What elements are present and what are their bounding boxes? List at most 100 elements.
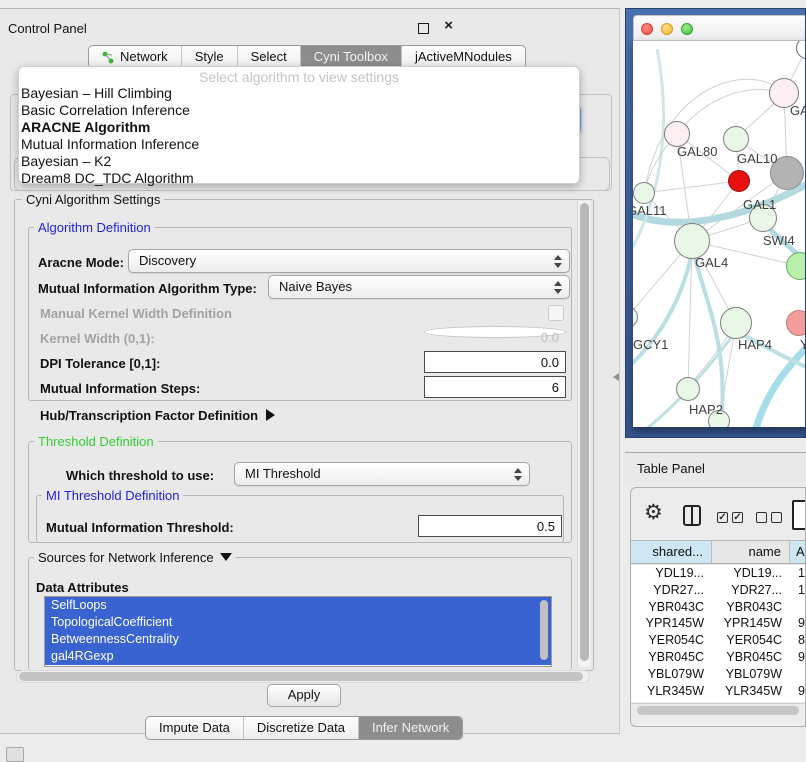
tab-style-label: Style <box>195 46 224 68</box>
table-row[interactable]: YBL079W YBL079W <box>631 666 806 683</box>
threshold-definition-title: Threshold Definition <box>34 434 158 449</box>
deselect-all-checkbox-icon[interactable] <box>771 512 782 523</box>
kernel-width-input[interactable]: 0.0 <box>424 326 566 338</box>
select-all-checkbox-icon[interactable]: ✓ <box>717 512 728 523</box>
node-label: GAL7 <box>790 103 806 118</box>
node-gal10[interactable] <box>723 126 749 152</box>
zoom-traffic-light-icon[interactable] <box>681 23 693 35</box>
attribute-item[interactable]: gal4RGexp <box>45 648 551 665</box>
attribute-item[interactable]: TopologicalCoefficient <box>45 614 551 631</box>
cell: YDL19... <box>712 565 790 582</box>
mi-threshold-input[interactable]: 0.5 <box>418 515 562 537</box>
cell <box>790 599 806 616</box>
tab-impute-data[interactable]: Impute Data <box>146 717 243 739</box>
table-row[interactable]: YER054C YER054C 8. <box>631 632 806 649</box>
node-hap2[interactable] <box>676 377 700 401</box>
select-all-checkbox-icon[interactable]: ✓ <box>732 512 743 523</box>
tab-jactivemnodules[interactable]: jActiveMNodules <box>401 46 525 68</box>
tab-cyni-toolbox-label: Cyni Toolbox <box>314 46 388 68</box>
table-row[interactable]: YBR043C YBR043C <box>631 599 806 616</box>
float-window-icon[interactable] <box>418 23 429 34</box>
splitter-arrow-icon[interactable] <box>613 373 619 381</box>
table-row[interactable]: YIL052C YIL052C 9. <box>631 699 806 702</box>
node-hap4[interactable] <box>720 307 752 339</box>
manual-kernel-checkbox[interactable] <box>548 305 564 321</box>
table-row[interactable]: YPR145W YPR145W 9. <box>631 615 806 632</box>
node-label: Y <box>800 337 806 352</box>
node-salmon[interactable] <box>786 310 806 336</box>
scrollbar-thumb[interactable] <box>580 203 589 661</box>
table-column-headers: shared... name A <box>631 540 806 564</box>
which-threshold-select[interactable]: MI Threshold <box>234 462 530 486</box>
node-swi4[interactable] <box>786 252 806 280</box>
mi-type-select[interactable]: Naive Bayes <box>268 275 570 299</box>
which-threshold-label: Which threshold to use: <box>66 468 214 483</box>
cell: YBL079W <box>631 666 712 683</box>
vertical-scrollbar[interactable] <box>577 201 590 667</box>
dropdown-item-selected[interactable]: ARACNE Algorithm <box>19 119 579 136</box>
data-attributes-list[interactable]: SelfLoops TopologicalCoefficient Between… <box>44 596 552 667</box>
attribute-item[interactable]: SelfLoops <box>45 597 551 614</box>
deselect-all-checkbox-icon[interactable] <box>756 512 767 523</box>
dropdown-item[interactable]: Basic Correlation Inference <box>19 102 579 119</box>
tab-discretize-data[interactable]: Discretize Data <box>243 717 358 739</box>
cell: YBR045C <box>712 649 790 666</box>
table-horizontal-scrollbar[interactable] <box>631 703 806 717</box>
dropdown-item[interactable]: Bayesian – Hill Climbing <box>19 85 579 102</box>
document-icon[interactable] <box>792 500 806 530</box>
column-header-shared[interactable]: shared... <box>631 541 712 563</box>
scrollbar-thumb[interactable] <box>637 706 799 715</box>
horizontal-scrollbar[interactable] <box>16 670 590 683</box>
columns-icon[interactable] <box>683 505 701 526</box>
scrollbar-thumb[interactable] <box>19 672 583 681</box>
tab-select[interactable]: Select <box>237 46 300 68</box>
aracne-mode-select[interactable]: Discovery <box>128 249 570 273</box>
dpi-tolerance-input[interactable]: 0.0 <box>424 351 566 373</box>
screen: { "control_panel": { "title": "Control P… <box>0 0 806 762</box>
tab-jactivemnodules-label: jActiveMNodules <box>415 46 512 68</box>
table-row[interactable]: YLR345W YLR345W 9. <box>631 683 806 700</box>
tab-cyni-toolbox[interactable]: Cyni Toolbox <box>300 46 401 68</box>
node-gal4[interactable] <box>674 223 710 259</box>
cell: YBR043C <box>712 599 790 616</box>
tab-network[interactable]: Network <box>89 46 181 68</box>
mi-steps-input[interactable]: 6 <box>424 376 566 398</box>
dropdown-item[interactable]: Bayesian – K2 <box>19 153 579 170</box>
list-scrollbar[interactable] <box>540 600 548 660</box>
cell: 13 <box>790 565 806 582</box>
aracne-mode-label: Aracne Mode: <box>38 255 124 270</box>
dropdown-item[interactable]: Dream8 DC_TDC Algorithm <box>19 170 579 187</box>
tab-infer-network-label: Infer Network <box>372 717 449 739</box>
column-header-third[interactable]: A <box>790 541 806 563</box>
table-panel-header: Table Panel <box>625 452 806 482</box>
column-header-name[interactable]: name <box>712 541 790 563</box>
hub-definition-label: Hub/Transcription Factor Definition <box>40 408 258 423</box>
node-gal11[interactable] <box>633 182 655 204</box>
table-row[interactable]: YBR045C YBR045C 9. <box>631 649 806 666</box>
network-window-titlebar[interactable] <box>633 15 806 41</box>
expand-right-icon <box>266 409 275 421</box>
gear-icon[interactable]: ⚙ <box>644 502 663 523</box>
tab-discretize-data-label: Discretize Data <box>257 717 345 739</box>
mi-threshold-title: MI Threshold Definition <box>42 488 183 503</box>
close-traffic-light-icon[interactable] <box>641 23 653 35</box>
hub-definition-toggle[interactable]: Hub/Transcription Factor Definition <box>40 408 275 423</box>
tab-style[interactable]: Style <box>181 46 237 68</box>
dropdown-item[interactable]: Mutual Information Inference <box>19 136 579 153</box>
close-icon[interactable]: × <box>444 17 453 34</box>
apply-button[interactable]: Apply <box>267 684 341 707</box>
cell: YLR345W <box>712 683 790 700</box>
node-selected-red[interactable] <box>728 170 750 192</box>
attribute-item[interactable]: BetweennessCentrality <box>45 631 551 648</box>
network-canvas[interactable]: GAL7 GAL80 GAL10 GAL11 GAL1 SWI4 GAL4 GC… <box>633 41 806 427</box>
manual-kernel-label: Manual Kernel Width Definition <box>40 306 232 321</box>
collapsed-panel-icon[interactable] <box>6 747 24 762</box>
table-row[interactable]: YDL19... YDL19... 13 <box>631 565 806 582</box>
table-row[interactable]: YDR27... YDR27... 12 <box>631 582 806 599</box>
cell <box>790 666 806 683</box>
stepper-arrows-icon <box>554 255 562 268</box>
cell: 9. <box>790 649 806 666</box>
minimize-traffic-light-icon[interactable] <box>661 23 673 35</box>
sources-toggle[interactable]: Sources for Network Inference <box>34 550 236 565</box>
tab-infer-network[interactable]: Infer Network <box>358 717 462 739</box>
